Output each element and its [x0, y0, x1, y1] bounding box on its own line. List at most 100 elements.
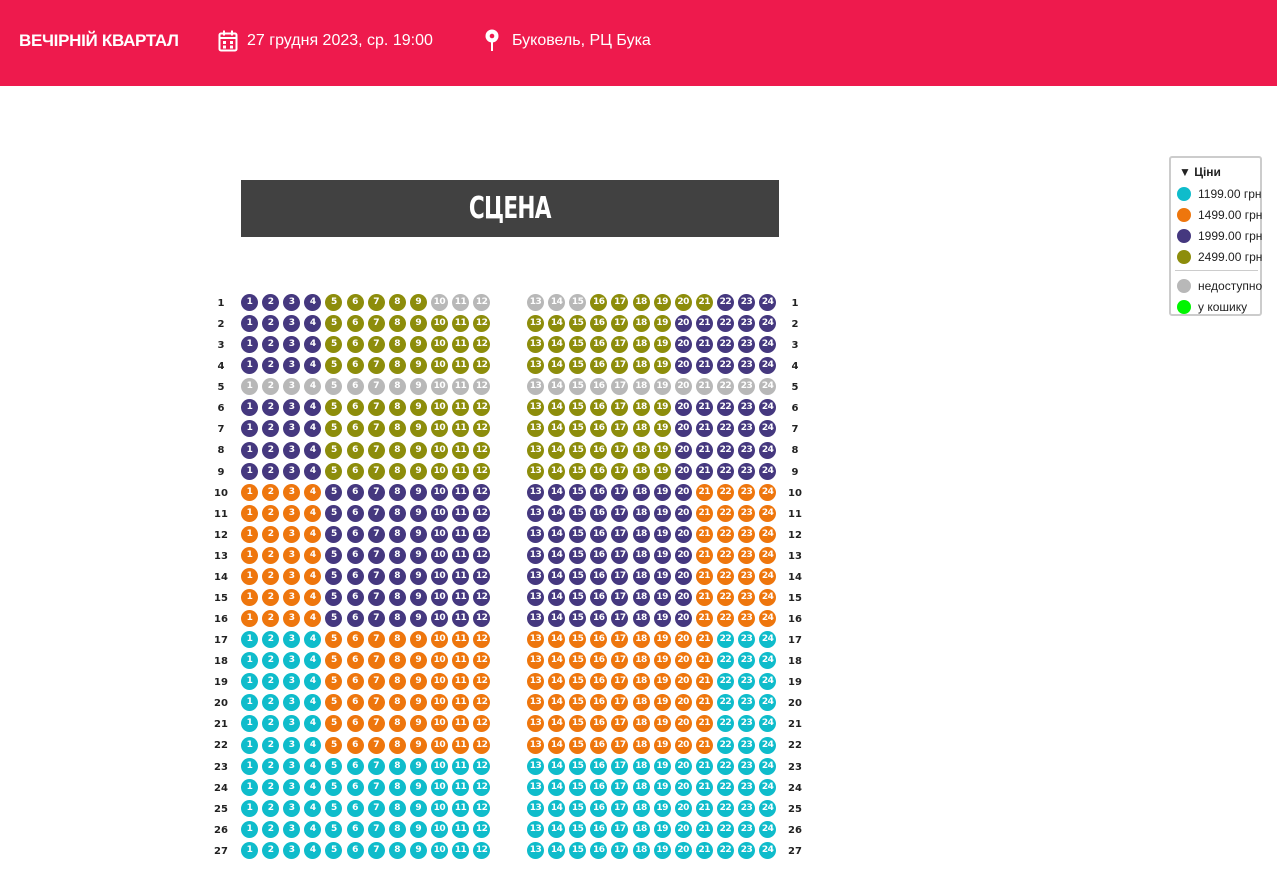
seat[interactable]: 15: [569, 357, 587, 375]
seat[interactable]: 1: [241, 567, 258, 585]
seat[interactable]: 21: [695, 315, 713, 333]
seat[interactable]: 9: [409, 504, 427, 522]
seat[interactable]: 24: [759, 841, 777, 859]
seat[interactable]: 6: [346, 294, 364, 311]
seat[interactable]: 18: [632, 441, 650, 459]
seat[interactable]: 2: [262, 504, 280, 522]
seat[interactable]: 17: [611, 820, 629, 838]
seat[interactable]: 7: [367, 357, 385, 375]
seat[interactable]: 17: [611, 652, 629, 670]
seat[interactable]: 21: [695, 673, 713, 691]
seat[interactable]: 14: [548, 715, 566, 733]
seat[interactable]: 2: [262, 441, 280, 459]
seat[interactable]: 7: [367, 294, 385, 311]
seat[interactable]: 19: [653, 652, 671, 670]
seat[interactable]: 23: [738, 673, 755, 691]
seat[interactable]: 6: [346, 357, 364, 375]
seat[interactable]: 17: [611, 631, 629, 649]
seat[interactable]: 22: [716, 546, 734, 564]
seat[interactable]: 20: [674, 483, 692, 501]
seat[interactable]: 13: [527, 841, 544, 859]
seat[interactable]: 13: [527, 673, 544, 691]
seat[interactable]: 13: [527, 504, 544, 522]
seat[interactable]: 12: [473, 757, 491, 775]
seat[interactable]: 22: [716, 589, 734, 606]
seat[interactable]: 3: [283, 841, 301, 859]
seat[interactable]: 5: [325, 399, 343, 417]
seat[interactable]: 24: [759, 525, 777, 543]
seat[interactable]: 7: [367, 504, 385, 522]
seat[interactable]: 4: [304, 504, 322, 522]
seat[interactable]: 4: [304, 546, 322, 564]
seat[interactable]: 11: [452, 589, 469, 606]
seat[interactable]: 3: [283, 462, 301, 480]
seat[interactable]: 12: [473, 820, 491, 838]
seat[interactable]: 9: [409, 567, 427, 585]
seat[interactable]: 20: [674, 652, 692, 670]
seat[interactable]: 17: [611, 715, 629, 733]
seat[interactable]: 17: [611, 483, 629, 501]
seat[interactable]: 8: [388, 820, 406, 838]
seat[interactable]: 12: [473, 715, 491, 733]
seat[interactable]: 6: [346, 546, 364, 564]
seat[interactable]: 6: [346, 336, 364, 354]
seat[interactable]: 12: [473, 336, 491, 354]
seat[interactable]: 20: [674, 441, 692, 459]
seat[interactable]: 20: [674, 420, 692, 438]
seat[interactable]: 16: [590, 820, 608, 838]
seat[interactable]: 1: [241, 483, 258, 501]
seat[interactable]: 8: [388, 420, 406, 438]
seat[interactable]: 19: [653, 294, 671, 311]
seat[interactable]: 12: [473, 778, 491, 796]
seat[interactable]: 1: [241, 610, 258, 627]
seat[interactable]: 6: [346, 441, 364, 459]
seat[interactable]: 22: [716, 820, 734, 838]
seat[interactable]: 18: [632, 546, 650, 564]
seat[interactable]: 14: [548, 441, 566, 459]
seat[interactable]: 2: [262, 525, 280, 543]
seat[interactable]: 5: [325, 525, 343, 543]
seat[interactable]: 2: [262, 778, 280, 796]
seat[interactable]: 5: [325, 820, 343, 838]
seat[interactable]: 19: [653, 694, 671, 712]
seat[interactable]: 16: [590, 694, 608, 712]
seat[interactable]: 20: [674, 778, 692, 796]
seat[interactable]: 24: [759, 483, 777, 501]
seat[interactable]: 3: [283, 357, 301, 375]
seat[interactable]: 12: [473, 315, 491, 333]
seat[interactable]: 12: [473, 567, 491, 585]
seat[interactable]: 17: [611, 336, 629, 354]
seat[interactable]: 12: [473, 736, 491, 754]
seat[interactable]: 23: [738, 504, 755, 522]
seat[interactable]: 21: [695, 294, 713, 311]
seat[interactable]: 15: [569, 399, 587, 417]
seat[interactable]: 17: [611, 841, 629, 859]
seat[interactable]: 10: [430, 736, 448, 754]
seat[interactable]: 23: [738, 799, 755, 817]
seat[interactable]: 4: [304, 757, 322, 775]
seat[interactable]: 14: [548, 778, 566, 796]
seat[interactable]: 16: [590, 462, 608, 480]
seat[interactable]: 4: [304, 462, 322, 480]
seat[interactable]: 13: [527, 483, 544, 501]
seat[interactable]: 12: [473, 525, 491, 543]
seat[interactable]: 5: [325, 420, 343, 438]
seat[interactable]: 23: [738, 820, 755, 838]
seat[interactable]: 10: [430, 694, 448, 712]
seat[interactable]: 21: [695, 694, 713, 712]
seat[interactable]: 16: [590, 631, 608, 649]
seat[interactable]: 3: [283, 420, 301, 438]
seat[interactable]: 8: [388, 567, 406, 585]
seat[interactable]: 21: [695, 357, 713, 375]
seat[interactable]: 24: [759, 567, 777, 585]
seat[interactable]: 19: [653, 462, 671, 480]
seat[interactable]: 15: [569, 336, 587, 354]
seat[interactable]: 11: [452, 462, 469, 480]
seat[interactable]: 18: [632, 841, 650, 859]
seat[interactable]: 18: [632, 652, 650, 670]
seat[interactable]: 16: [590, 610, 608, 627]
seat[interactable]: 10: [430, 715, 448, 733]
seat[interactable]: 1: [241, 546, 258, 564]
seat[interactable]: 24: [759, 757, 777, 775]
seat[interactable]: 4: [304, 483, 322, 501]
